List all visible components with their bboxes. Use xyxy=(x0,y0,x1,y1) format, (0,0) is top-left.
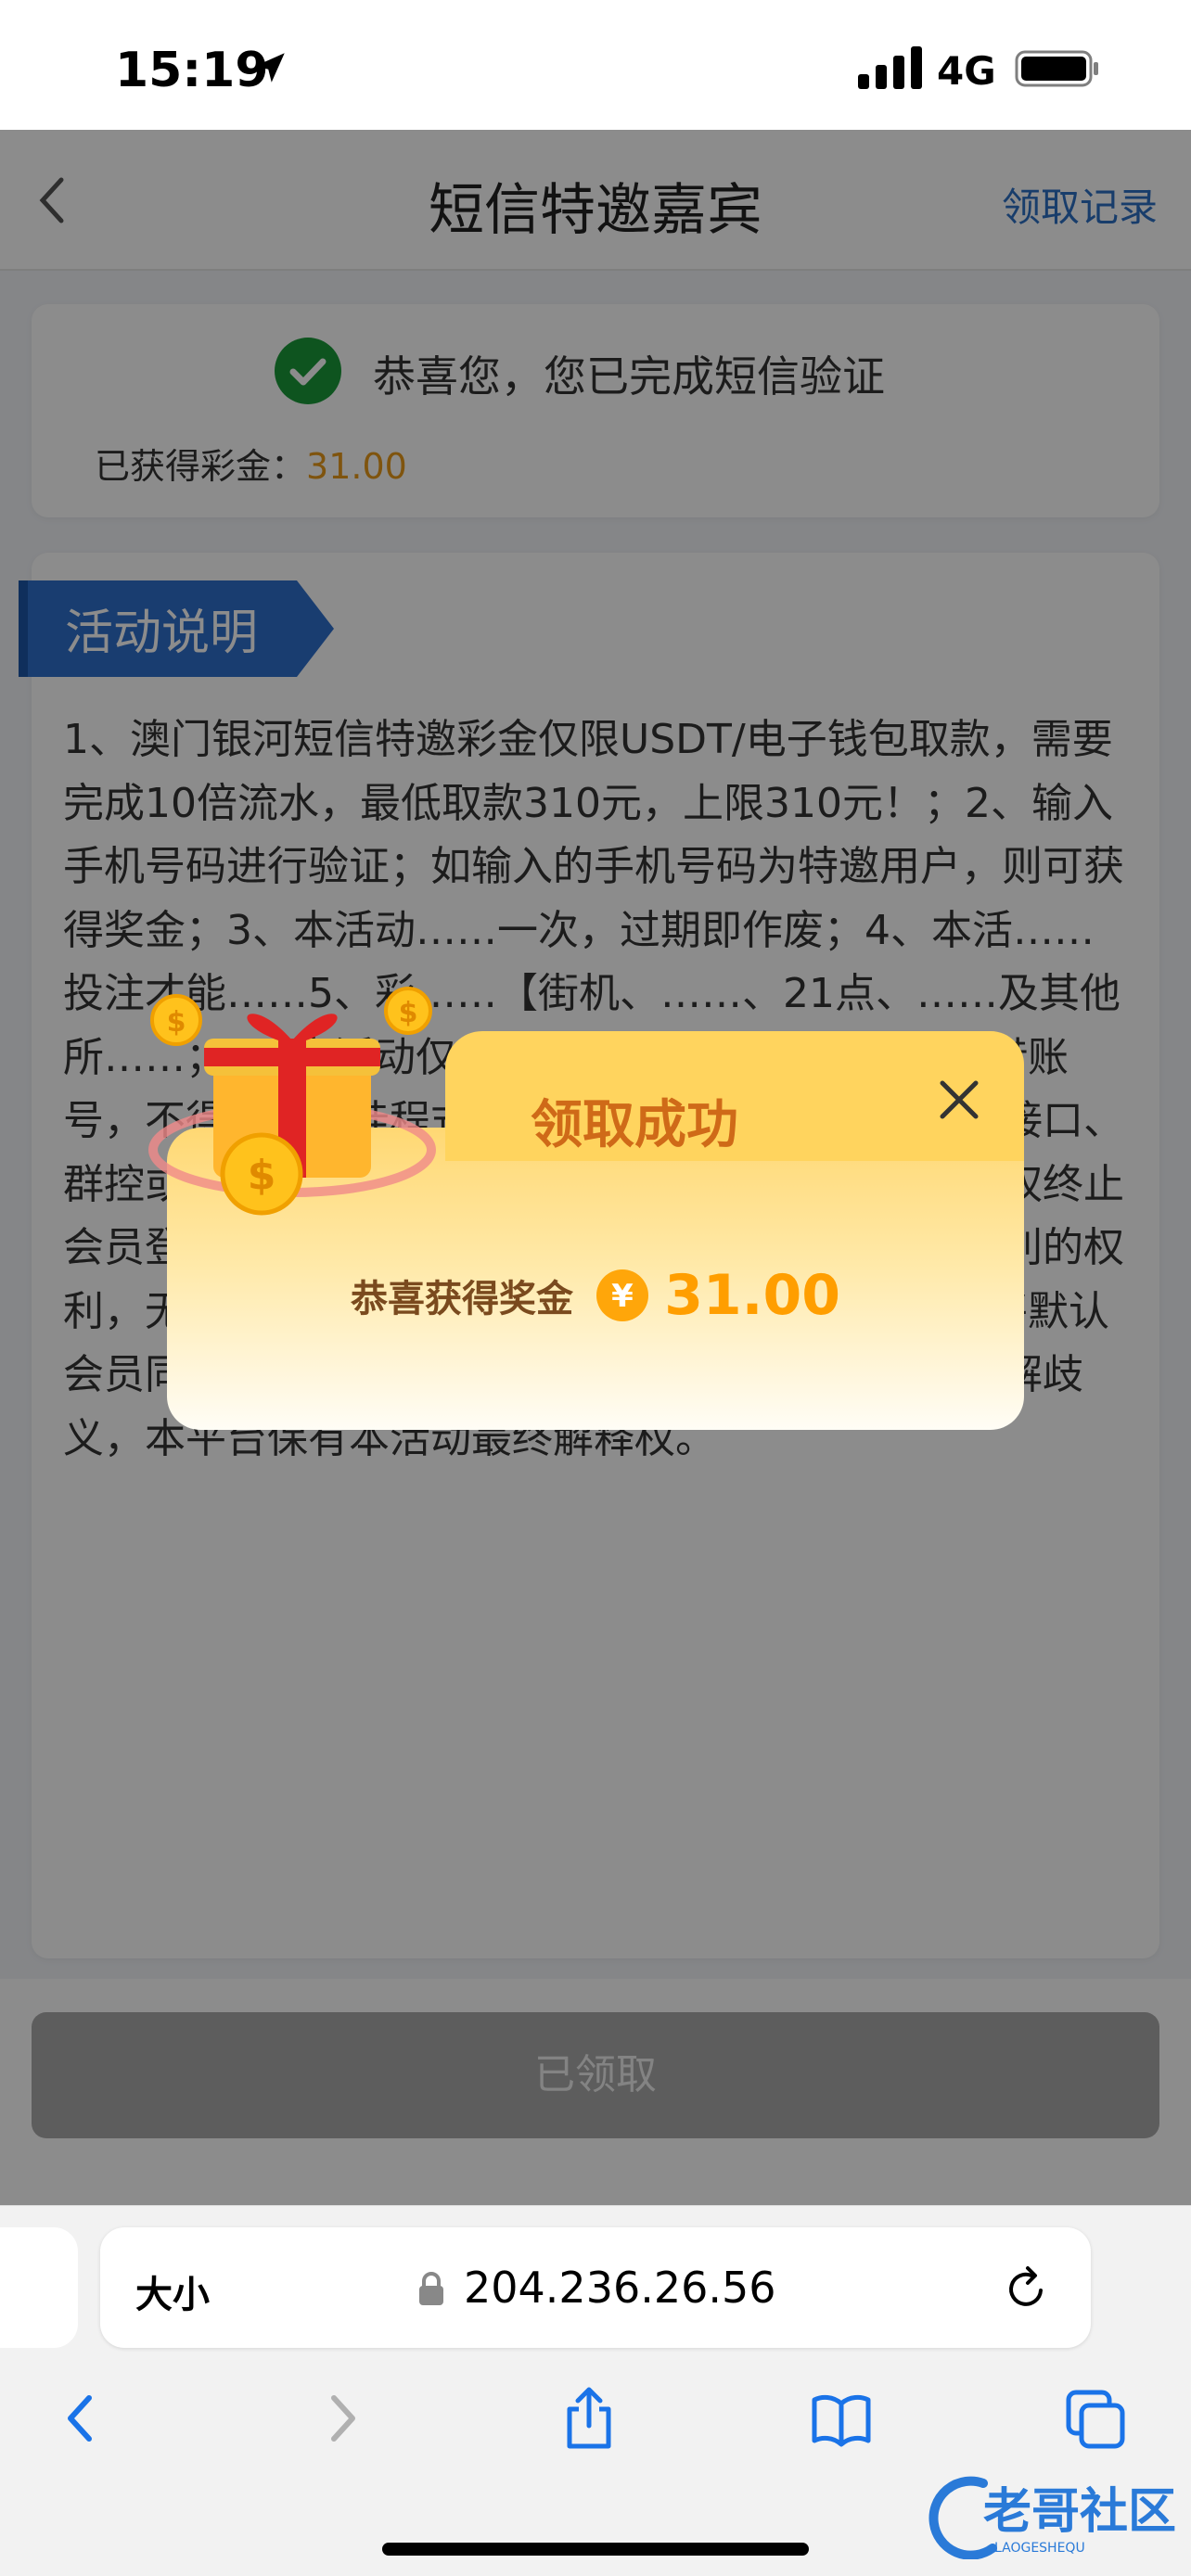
bookmarks-icon[interactable] xyxy=(811,2385,872,2452)
location-arrow-icon xyxy=(255,53,285,83)
network-type: 4G xyxy=(937,48,996,94)
previous-tab-preview[interactable] xyxy=(0,2227,78,2348)
lock-icon xyxy=(419,2272,443,2305)
close-icon[interactable] xyxy=(935,1076,983,1124)
svg-text:$: $ xyxy=(399,997,418,1029)
tabs-icon[interactable] xyxy=(1065,2385,1126,2452)
watermark-text: 老哥社区 xyxy=(983,2484,1176,2540)
svg-text:$: $ xyxy=(248,1152,276,1199)
browser-forward-icon[interactable] xyxy=(310,2385,371,2452)
text-size-button[interactable]: 大小 xyxy=(135,2264,210,2318)
status-time: 15:19 xyxy=(115,43,269,98)
gift-box-icon: $ $ $ xyxy=(148,987,436,1216)
reward-label: 恭喜获得奖金 xyxy=(351,1278,573,1320)
modal-title: 领取成功 xyxy=(531,1095,738,1155)
url-text[interactable]: 204.236.26.56 xyxy=(464,2263,776,2313)
home-indicator xyxy=(382,2543,809,2556)
watermark-logo: 老哥社区 LAOGESHEQU xyxy=(928,2476,1176,2559)
yen-coin-icon: ¥ xyxy=(596,1269,649,1321)
reward-row: 恭喜获得奖金 ¥ 31.00 xyxy=(167,1263,1024,1328)
cellular-signal-icon xyxy=(858,46,922,89)
currency-symbol: ¥ xyxy=(611,1278,634,1315)
reload-icon[interactable] xyxy=(1004,2264,1050,2313)
svg-text:$: $ xyxy=(167,1006,186,1039)
share-icon[interactable] xyxy=(558,2385,620,2452)
reward-amount: 31.00 xyxy=(664,1263,840,1328)
status-bar: 15:19 4G xyxy=(0,0,1191,130)
browser-back-icon[interactable] xyxy=(52,2385,113,2452)
watermark-subtext: LAOGESHEQU xyxy=(994,2541,1085,2556)
success-modal: $ $ $ 领取成功 恭喜获得奖金 ¥ 31.00 xyxy=(148,987,1024,1430)
battery-icon xyxy=(1015,50,1098,87)
